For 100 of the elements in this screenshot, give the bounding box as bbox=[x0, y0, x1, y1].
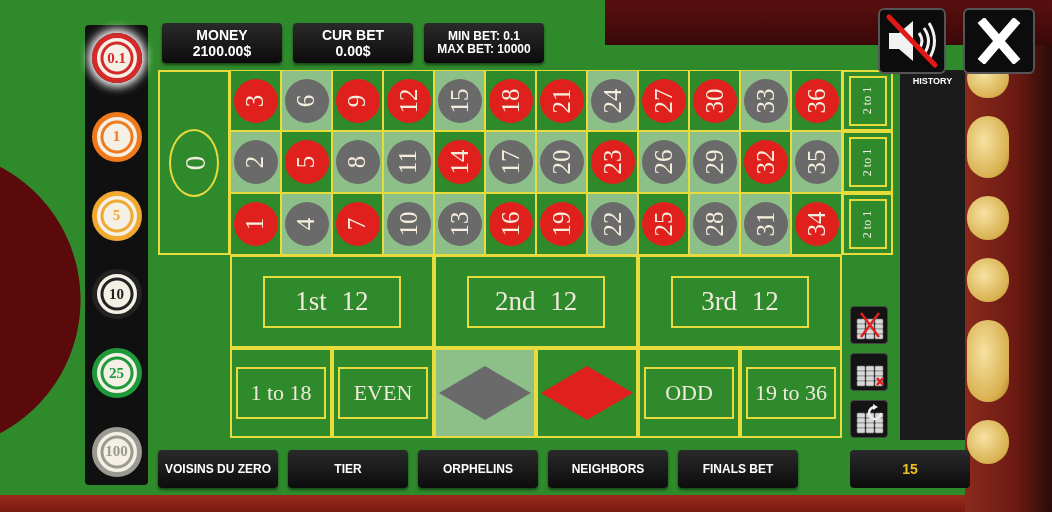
rail-knob bbox=[966, 258, 1009, 302]
outside-bet-label: ODD bbox=[644, 367, 734, 419]
number-cell[interactable]: 6 bbox=[281, 70, 332, 131]
number-cell[interactable]: 30 bbox=[689, 70, 740, 131]
bet-type-button[interactable]: TIER bbox=[288, 450, 408, 488]
outside-bet-label: EVEN bbox=[338, 367, 428, 419]
zero-label: 0 bbox=[177, 155, 211, 170]
rail-knob bbox=[966, 420, 1009, 464]
number-disc: 21 bbox=[539, 78, 584, 123]
info-text: MAX BET: 10000 bbox=[437, 43, 531, 56]
chip[interactable]: 10 bbox=[91, 269, 142, 320]
number-cell[interactable]: 26 bbox=[638, 131, 689, 193]
number-cell[interactable]: 5 bbox=[281, 131, 332, 193]
number-cell[interactable]: 17 bbox=[485, 131, 536, 193]
rail-knob bbox=[966, 116, 1009, 178]
number-cell[interactable]: 32 bbox=[740, 131, 791, 193]
number-cell[interactable]: 23 bbox=[587, 131, 638, 193]
number-cell[interactable]: 34 bbox=[791, 193, 842, 255]
rail-knob bbox=[966, 196, 1009, 240]
number-cell[interactable]: 36 bbox=[791, 70, 842, 131]
dozen-bet[interactable]: 2nd 12 bbox=[467, 275, 605, 328]
dozen-bet[interactable]: 3rd 12 bbox=[671, 275, 809, 328]
number-disc: 4 bbox=[284, 202, 329, 246]
number-cell[interactable]: 31 bbox=[740, 193, 791, 255]
outside-bet-cell[interactable]: 19 to 36 bbox=[740, 348, 842, 438]
number-cell[interactable]: 1 bbox=[230, 193, 281, 255]
number-disc: 12 bbox=[386, 78, 431, 123]
number-cell[interactable]: 19 bbox=[536, 193, 587, 255]
number-cell[interactable]: 24 bbox=[587, 70, 638, 131]
info-text: MIN BET: 0.1 bbox=[448, 30, 520, 43]
column-bet[interactable]: 2 to 1 bbox=[848, 199, 887, 249]
number-cell[interactable]: 21 bbox=[536, 70, 587, 131]
chip[interactable]: 25 bbox=[91, 348, 142, 399]
outside-bet-cell[interactable]: 1 to 18 bbox=[230, 348, 332, 438]
info-text: MONEY bbox=[196, 27, 248, 43]
number-disc: 34 bbox=[794, 202, 839, 246]
outside-bet-cell[interactable] bbox=[536, 348, 638, 438]
bet-type-button[interactable]: ORPHELINS bbox=[418, 450, 538, 488]
outside-bet-cell[interactable] bbox=[434, 348, 536, 438]
number-disc: 18 bbox=[488, 78, 533, 123]
counter-display: 15 bbox=[850, 450, 970, 488]
number-disc: 28 bbox=[692, 202, 737, 246]
close-button[interactable] bbox=[963, 8, 1035, 74]
chip[interactable]: 0.1 bbox=[91, 33, 142, 83]
number-cell[interactable]: 27 bbox=[638, 70, 689, 131]
number-cell[interactable]: 2 bbox=[230, 131, 281, 193]
number-cell[interactable]: 25 bbox=[638, 193, 689, 255]
number-disc: 31 bbox=[743, 202, 788, 246]
number-cell[interactable]: 9 bbox=[332, 70, 383, 131]
chip[interactable]: 100 bbox=[91, 427, 142, 477]
bet-type-button[interactable]: VOISINS DU ZERO bbox=[158, 450, 278, 488]
number-disc: 2 bbox=[233, 140, 278, 184]
number-cell[interactable]: 11 bbox=[383, 131, 434, 193]
bet-type-button[interactable]: NEIGHBORS bbox=[548, 450, 668, 488]
number-disc: 32 bbox=[743, 140, 788, 184]
number-cell[interactable]: 14 bbox=[434, 131, 485, 193]
bet-tool-button[interactable] bbox=[849, 306, 888, 344]
info-text: 2100.00$ bbox=[192, 43, 252, 59]
outside-bet-label: 19 to 36 bbox=[746, 367, 836, 419]
number-disc: 10 bbox=[386, 202, 431, 246]
number-disc: 8 bbox=[335, 140, 380, 184]
number-cell[interactable]: 22 bbox=[587, 193, 638, 255]
number-disc: 14 bbox=[437, 140, 482, 184]
number-cell[interactable]: 20 bbox=[536, 131, 587, 193]
outside-bet-cell[interactable]: EVEN bbox=[332, 348, 434, 438]
column-bet[interactable]: 2 to 1 bbox=[848, 137, 887, 187]
bet-tool-button[interactable] bbox=[849, 353, 888, 391]
column-bet[interactable]: 2 to 1 bbox=[848, 75, 887, 126]
number-disc: 26 bbox=[641, 140, 686, 184]
info-text: CUR BET bbox=[321, 27, 385, 43]
number-disc: 1 bbox=[233, 202, 278, 246]
number-disc: 27 bbox=[641, 78, 686, 123]
number-cell[interactable]: 35 bbox=[791, 131, 842, 193]
number-disc: 11 bbox=[386, 140, 431, 184]
number-cell[interactable]: 33 bbox=[740, 70, 791, 131]
dozen-bet[interactable]: 1st 12 bbox=[263, 275, 401, 328]
number-cell[interactable]: 3 bbox=[230, 70, 281, 131]
number-disc: 13 bbox=[437, 202, 482, 246]
number-cell[interactable]: 13 bbox=[434, 193, 485, 255]
history-title: HISTORY bbox=[912, 76, 953, 86]
outside-bet-cell[interactable]: ODD bbox=[638, 348, 740, 438]
number-disc: 22 bbox=[590, 202, 635, 246]
number-cell[interactable]: 7 bbox=[332, 193, 383, 255]
number-cell[interactable]: 29 bbox=[689, 131, 740, 193]
number-disc: 6 bbox=[284, 78, 329, 123]
number-cell[interactable]: 12 bbox=[383, 70, 434, 131]
number-disc: 5 bbox=[284, 140, 329, 184]
number-cell[interactable]: 8 bbox=[332, 131, 383, 193]
chip[interactable]: 1 bbox=[91, 111, 142, 162]
bet-tool-button[interactable] bbox=[849, 400, 888, 438]
info-text: 0.00$ bbox=[335, 43, 371, 59]
number-cell[interactable]: 28 bbox=[689, 193, 740, 255]
number-cell[interactable]: 16 bbox=[485, 193, 536, 255]
number-cell[interactable]: 4 bbox=[281, 193, 332, 255]
number-disc: 30 bbox=[692, 78, 737, 123]
bet-type-button[interactable]: FINALS BET bbox=[678, 450, 798, 488]
number-disc: 20 bbox=[539, 140, 584, 184]
number-cell[interactable]: 18 bbox=[485, 70, 536, 131]
number-cell[interactable]: 15 bbox=[434, 70, 485, 131]
number-cell[interactable]: 10 bbox=[383, 193, 434, 255]
